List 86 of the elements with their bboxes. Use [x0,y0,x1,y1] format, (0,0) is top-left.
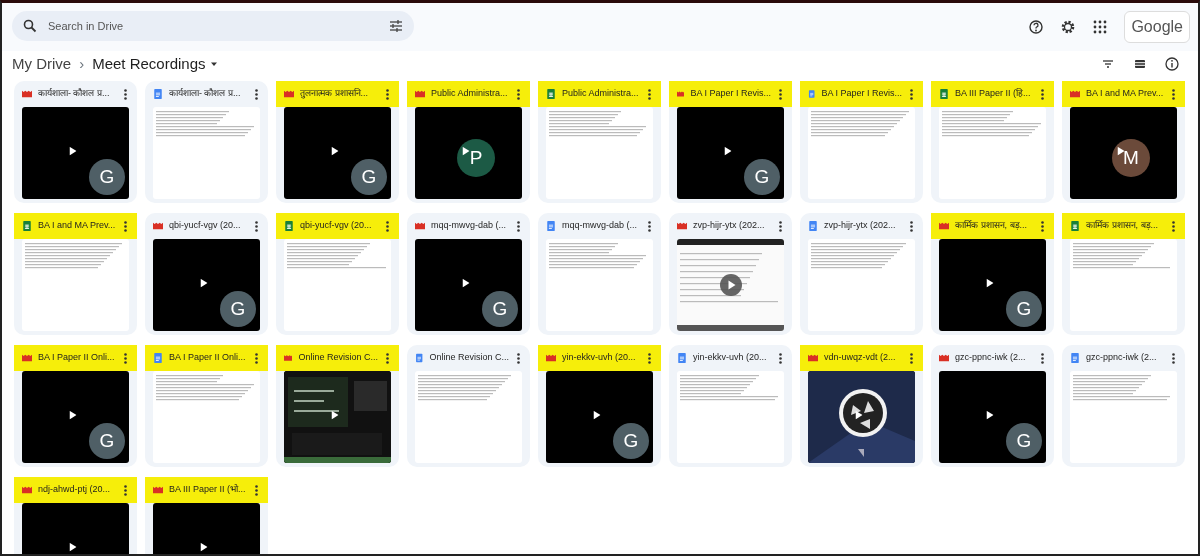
avatar: G [744,159,780,195]
file-title: Online Revision C... [429,351,509,365]
file-title: mqq-mwvg-dab (... [562,219,639,233]
file-card[interactable]: BA III Paper II (भो... [145,477,268,554]
video-thumbnail[interactable]: G [939,239,1046,331]
file-card[interactable]: Public Administra... [538,81,661,203]
file-title: कार्यशाला- कौशल प्र... [169,87,242,101]
file-title: Public Administra... [431,87,509,101]
file-title: gzc-ppnc-iwk (2... [955,351,1027,365]
video-thumbnail[interactable]: G [22,107,129,199]
file-title: ndj-ahwd-ptj (20... [38,483,112,497]
file-title: zvp-hijr-ytx (202... [693,219,766,233]
video-thumbnail[interactable]: G [415,239,522,331]
file-card[interactable]: mqq-mwvg-dab (... [538,213,661,335]
file-title: zvp-hijr-ytx (202... [824,219,897,233]
file-card[interactable]: yin-ekkv-uvh (20... [669,345,792,467]
file-card[interactable]: qbi-yucf-vgv (20... G [145,213,268,335]
file-card[interactable]: कार्यशाला- कौशल प्र... [145,81,268,203]
file-title: qbi-yucf-vgv (20... [169,219,242,233]
avatar: G [1006,291,1042,327]
file-card[interactable]: BA I and MA Prev... [14,213,137,335]
video-thumbnail[interactable]: G [939,371,1046,463]
breadcrumb-link[interactable]: My Drive [12,52,72,76]
folder-dropdown-button[interactable]: Meet Recordings [92,52,206,76]
file-title: mqq-mwvg-dab (... [431,219,508,233]
file-card[interactable]: कार्यशाला- कौशल प्र... G [14,81,137,203]
avatar: G [351,159,387,195]
avatar: G [89,423,125,459]
video-thumbnail[interactable]: G [22,371,129,463]
video-thumbnail[interactable]: M [1070,107,1177,199]
file-card[interactable]: gzc-ppnc-iwk (2... [1062,345,1185,467]
video-thumbnail[interactable]: G [677,107,784,199]
file-card[interactable]: gzc-ppnc-iwk (2... G [931,345,1054,467]
file-title: BA I Paper II Onli... [169,351,247,365]
file-card[interactable]: vdn-uwqz-vdt (2... [800,345,923,467]
avatar: G [220,291,256,327]
video-thumbnail[interactable]: G [546,371,653,463]
file-title: yin-ekkv-uvh (20... [693,351,768,365]
file-card[interactable]: yin-ekkv-uvh (20... G [538,345,661,467]
file-card[interactable]: तुलनात्मक प्रशासनि... G [276,81,399,203]
file-card[interactable]: BA I Paper II Onli... [145,345,268,467]
file-card[interactable]: BA I Paper II Onli... G [14,345,137,467]
file-title: gzc-ppnc-iwk (2... [1086,351,1158,365]
search-field[interactable]: Search in Drive [46,16,380,36]
file-card[interactable]: BA I and MA Prev... M [1062,81,1185,203]
file-title: BA I and MA Prev... [1086,87,1164,101]
avatar: M [1112,139,1150,177]
file-title: BA I and MA Prev... [38,219,116,233]
file-title: कार्मिक प्रशासन, बड़... [955,219,1028,233]
file-title: yin-ekkv-uvh (20... [562,351,637,365]
avatar: G [482,291,518,327]
account-brand-button[interactable]: Google [1124,11,1190,43]
file-card[interactable]: ndj-ahwd-ptj (20... [14,477,137,554]
file-title: BA III Paper II (भो... [169,483,247,497]
file-card[interactable]: qbi-yucf-vgv (20... [276,213,399,335]
file-card[interactable]: BA I Paper I Revis... [800,81,923,203]
file-title: BA I Paper I Revis... [690,87,771,101]
file-title: Online Revision C... [298,351,378,365]
file-title: BA I Paper II Onli... [38,351,116,365]
file-card[interactable]: कार्मिक प्रशासन, बड़... G [931,213,1054,335]
video-thumbnail[interactable]: P [415,107,522,199]
file-card[interactable]: कार्मिक प्रशासन, बड़... [1062,213,1185,335]
file-title: कार्मिक प्रशासन, बड़... [1086,219,1159,233]
avatar: P [457,139,495,177]
file-card[interactable]: zvp-hijr-ytx (202... [669,213,792,335]
file-title: vdn-uwqz-vdt (2... [824,351,897,365]
file-card[interactable]: Online Revision C... [407,345,530,467]
avatar: G [89,159,125,195]
video-thumbnail[interactable]: G [284,107,391,199]
file-card[interactable]: Online Revision C... [276,345,399,467]
file-title: तुलनात्मक प्रशासनि... [300,87,369,101]
file-title: BA III Paper II (हि... [955,87,1032,101]
file-title: Public Administra... [562,87,640,101]
file-card[interactable]: BA III Paper II (हि... [931,81,1054,203]
file-title: qbi-yucf-vgv (20... [300,219,373,233]
file-card[interactable]: BA I Paper I Revis... G [669,81,792,203]
file-title: BA I Paper I Revis... [821,87,902,101]
avatar: G [613,423,649,459]
file-card[interactable]: zvp-hijr-ytx (202... [800,213,923,335]
search-bar[interactable]: Search in Drive [12,11,414,41]
file-card[interactable]: Public Administra... P [407,81,530,203]
breadcrumb-separator: › [79,53,85,74]
video-thumbnail[interactable]: G [153,239,260,331]
file-title: कार्यशाला- कौशल प्र... [38,87,111,101]
file-card[interactable]: mqq-mwvg-dab (... G [407,213,530,335]
avatar: G [1006,423,1042,459]
